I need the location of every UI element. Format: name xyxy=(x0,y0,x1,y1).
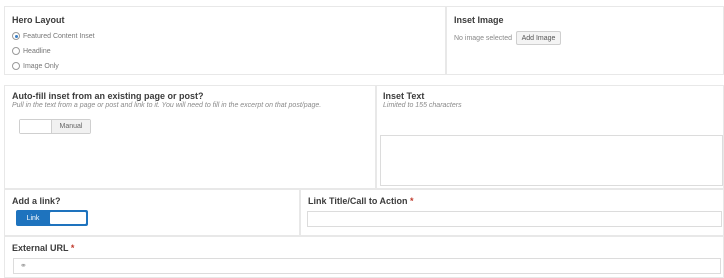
radio-label: Headline xyxy=(23,47,51,55)
toggle-knob[interactable] xyxy=(50,212,86,224)
radio-headline[interactable]: Headline xyxy=(12,47,51,55)
link-title-panel: Link Title/Call to Action * xyxy=(300,189,724,236)
radio-label: Featured Content Inset xyxy=(23,32,95,40)
autofill-panel: Auto-fill inset from an existing page or… xyxy=(4,85,376,189)
inset-image-title: Inset Image xyxy=(454,15,504,25)
toggle-knob[interactable] xyxy=(20,120,52,133)
add-link-toggle[interactable]: Link xyxy=(16,210,88,226)
toggle-label-manual: Manual xyxy=(52,120,90,133)
required-asterisk: * xyxy=(70,243,75,253)
add-link-title: Add a link? xyxy=(12,196,61,206)
inset-text-description: Limited to 155 characters xyxy=(383,102,462,109)
toggle-label-link: Link xyxy=(26,214,40,222)
external-url-label: External URL * xyxy=(12,243,74,253)
radio-featured-content-inset[interactable]: Featured Content Inset xyxy=(12,32,95,40)
autofill-title: Auto-fill inset from an existing page or… xyxy=(12,91,204,101)
inset-image-panel: Inset Image No image selected Add Image xyxy=(446,6,724,75)
radio-button[interactable] xyxy=(12,62,20,70)
external-url-text: External URL xyxy=(12,243,69,253)
external-url-panel: External URL * ⚭ xyxy=(4,236,724,278)
add-image-button[interactable]: Add Image xyxy=(516,31,561,45)
link-icon: ⚭ xyxy=(20,261,27,270)
autofill-description: Pull in the text from a page or post and… xyxy=(12,102,322,109)
required-asterisk: * xyxy=(410,196,414,206)
link-title-text: Link Title/Call to Action xyxy=(308,196,408,206)
autofill-toggle[interactable]: Manual xyxy=(19,119,91,134)
radio-label: Image Only xyxy=(23,62,59,70)
link-title-label: Link Title/Call to Action * xyxy=(308,196,414,206)
link-title-input[interactable] xyxy=(307,211,722,227)
external-url-input[interactable]: ⚭ xyxy=(13,258,721,274)
no-image-status: No image selected xyxy=(454,35,512,42)
inset-text-title: Inset Text xyxy=(383,91,425,101)
radio-image-only[interactable]: Image Only xyxy=(12,62,59,70)
radio-button[interactable] xyxy=(12,47,20,55)
radio-button-checked[interactable] xyxy=(12,32,20,40)
inset-text-textarea[interactable] xyxy=(380,135,723,186)
hero-layout-panel: Hero Layout Featured Content Inset Headl… xyxy=(4,6,446,75)
inset-text-panel: Inset Text Limited to 155 characters xyxy=(376,85,724,189)
hero-layout-title: Hero Layout xyxy=(12,15,65,25)
add-link-panel: Add a link? Link xyxy=(4,189,300,236)
